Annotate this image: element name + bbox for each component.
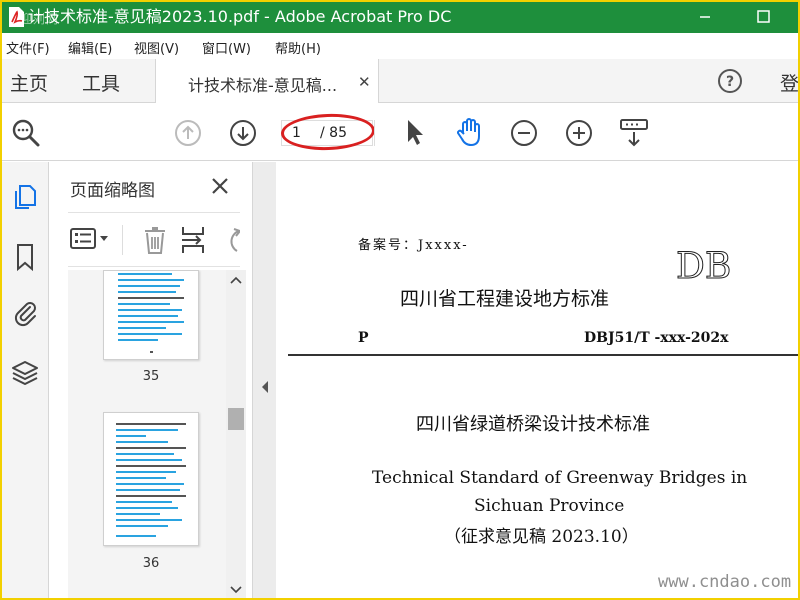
attachment-icon[interactable] <box>10 298 40 328</box>
site-watermark: www.cndao.com <box>658 572 792 592</box>
tab-bar: 主页 工具 计技术标准-意见稿... ✕ ? 登 <box>2 59 798 104</box>
scroll-up-icon[interactable] <box>230 276 242 284</box>
zoom-in-icon[interactable] <box>565 119 593 147</box>
page-number-label: 35 <box>142 369 160 384</box>
close-panel-icon[interactable] <box>210 176 230 196</box>
org-title: 四川省工程建设地方标准 <box>400 288 610 310</box>
chevron-down-icon[interactable] <box>99 235 109 243</box>
navigation-rail <box>2 162 49 598</box>
next-page-icon[interactable] <box>229 119 257 147</box>
thumbnail-toolbar <box>68 212 240 267</box>
menu-window[interactable]: 窗口(W) <box>202 38 251 57</box>
panel-splitter[interactable] <box>252 162 276 598</box>
collapse-panel-icon[interactable] <box>260 380 270 394</box>
document-tab-label: 计技术标准-意见稿... <box>188 76 338 95</box>
page-number-label: 36 <box>142 556 160 571</box>
toolbar-divider <box>122 225 123 255</box>
p-code: P <box>358 330 369 346</box>
help-icon[interactable]: ? <box>717 68 743 94</box>
window-title: 计技术标准-意见稿2023.10.pdf - Adobe Acrobat Pro… <box>28 7 452 26</box>
menu-file[interactable]: 文件(F) <box>6 38 50 57</box>
bookmark-icon[interactable] <box>10 242 40 272</box>
db-mark: DB <box>676 246 732 285</box>
page-thumbnail[interactable] <box>103 412 199 546</box>
maximize-icon[interactable] <box>750 5 776 29</box>
standard-code: DBJ51/T -xxx-202x <box>584 330 729 346</box>
draft-label: （征求意见稿 2023.10） <box>444 527 639 547</box>
overlay-mark: 迎刘网 <box>20 12 60 26</box>
page-thumbnails-icon[interactable] <box>10 182 40 212</box>
page-thumbnail[interactable] <box>103 270 199 360</box>
previous-page-icon[interactable] <box>174 119 202 147</box>
menu-view[interactable]: 视图(V) <box>134 38 179 57</box>
layers-icon[interactable] <box>10 358 40 388</box>
scroll-down-icon[interactable] <box>230 586 242 594</box>
search-icon[interactable] <box>10 117 42 149</box>
tab-home[interactable]: 主页 <box>10 69 48 96</box>
filing-number: 备案号：Jxxxx- <box>358 238 469 253</box>
menu-help[interactable]: 帮助(H) <box>275 38 321 57</box>
tab-document[interactable]: 计技术标准-意见稿... ✕ <box>155 59 379 104</box>
rotate-icon[interactable] <box>223 227 240 253</box>
menu-edit[interactable]: 编辑(E) <box>68 38 112 57</box>
tab-tools[interactable]: 工具 <box>82 69 120 96</box>
zoom-out-icon[interactable] <box>510 119 538 147</box>
toolbar: 1 / 85 <box>2 103 798 161</box>
scrollbar-thumb[interactable] <box>228 408 244 430</box>
document-view[interactable]: 备案号：Jxxxx- DB 四川省工程建设地方标准 P DBJ51/T -xxx… <box>276 162 798 598</box>
menu-bar: 文件(F) 编辑(E) 视图(V) 窗口(W) 帮助(H) <box>2 33 798 59</box>
en-title-line-2: Sichuan Province <box>474 496 625 516</box>
svg-text:?: ? <box>726 74 734 90</box>
minimize-icon[interactable] <box>692 5 718 29</box>
toolbar-divider <box>374 120 375 146</box>
header-rule <box>288 354 798 356</box>
insert-page-icon[interactable] <box>180 225 208 255</box>
select-cursor-icon[interactable] <box>402 117 426 147</box>
thumbnail-panel: 页面缩略图 35 36 <box>50 162 252 598</box>
options-menu-icon[interactable] <box>70 227 96 251</box>
hand-tool-icon[interactable] <box>454 116 486 148</box>
acrobat-window: 计技术标准-意见稿2023.10.pdf - Adobe Acrobat Pro… <box>2 2 798 598</box>
login-link[interactable]: 登 <box>780 69 798 96</box>
svg-text:DB: DB <box>676 246 731 284</box>
delete-page-icon[interactable] <box>142 225 168 255</box>
panel-title: 页面缩略图 <box>70 181 155 201</box>
thumbnail-list[interactable]: 35 36 <box>68 270 226 598</box>
close-tab-icon[interactable]: ✕ <box>358 73 371 91</box>
fit-page-icon[interactable] <box>618 117 650 149</box>
en-title-line-1: Technical Standard of Greenway Bridges i… <box>372 468 748 488</box>
title-bar: 计技术标准-意见稿2023.10.pdf - Adobe Acrobat Pro… <box>2 2 798 33</box>
thumbnail-scrollbar[interactable] <box>226 270 246 598</box>
cn-title: 四川省绿道桥梁设计技术标准 <box>416 414 650 435</box>
